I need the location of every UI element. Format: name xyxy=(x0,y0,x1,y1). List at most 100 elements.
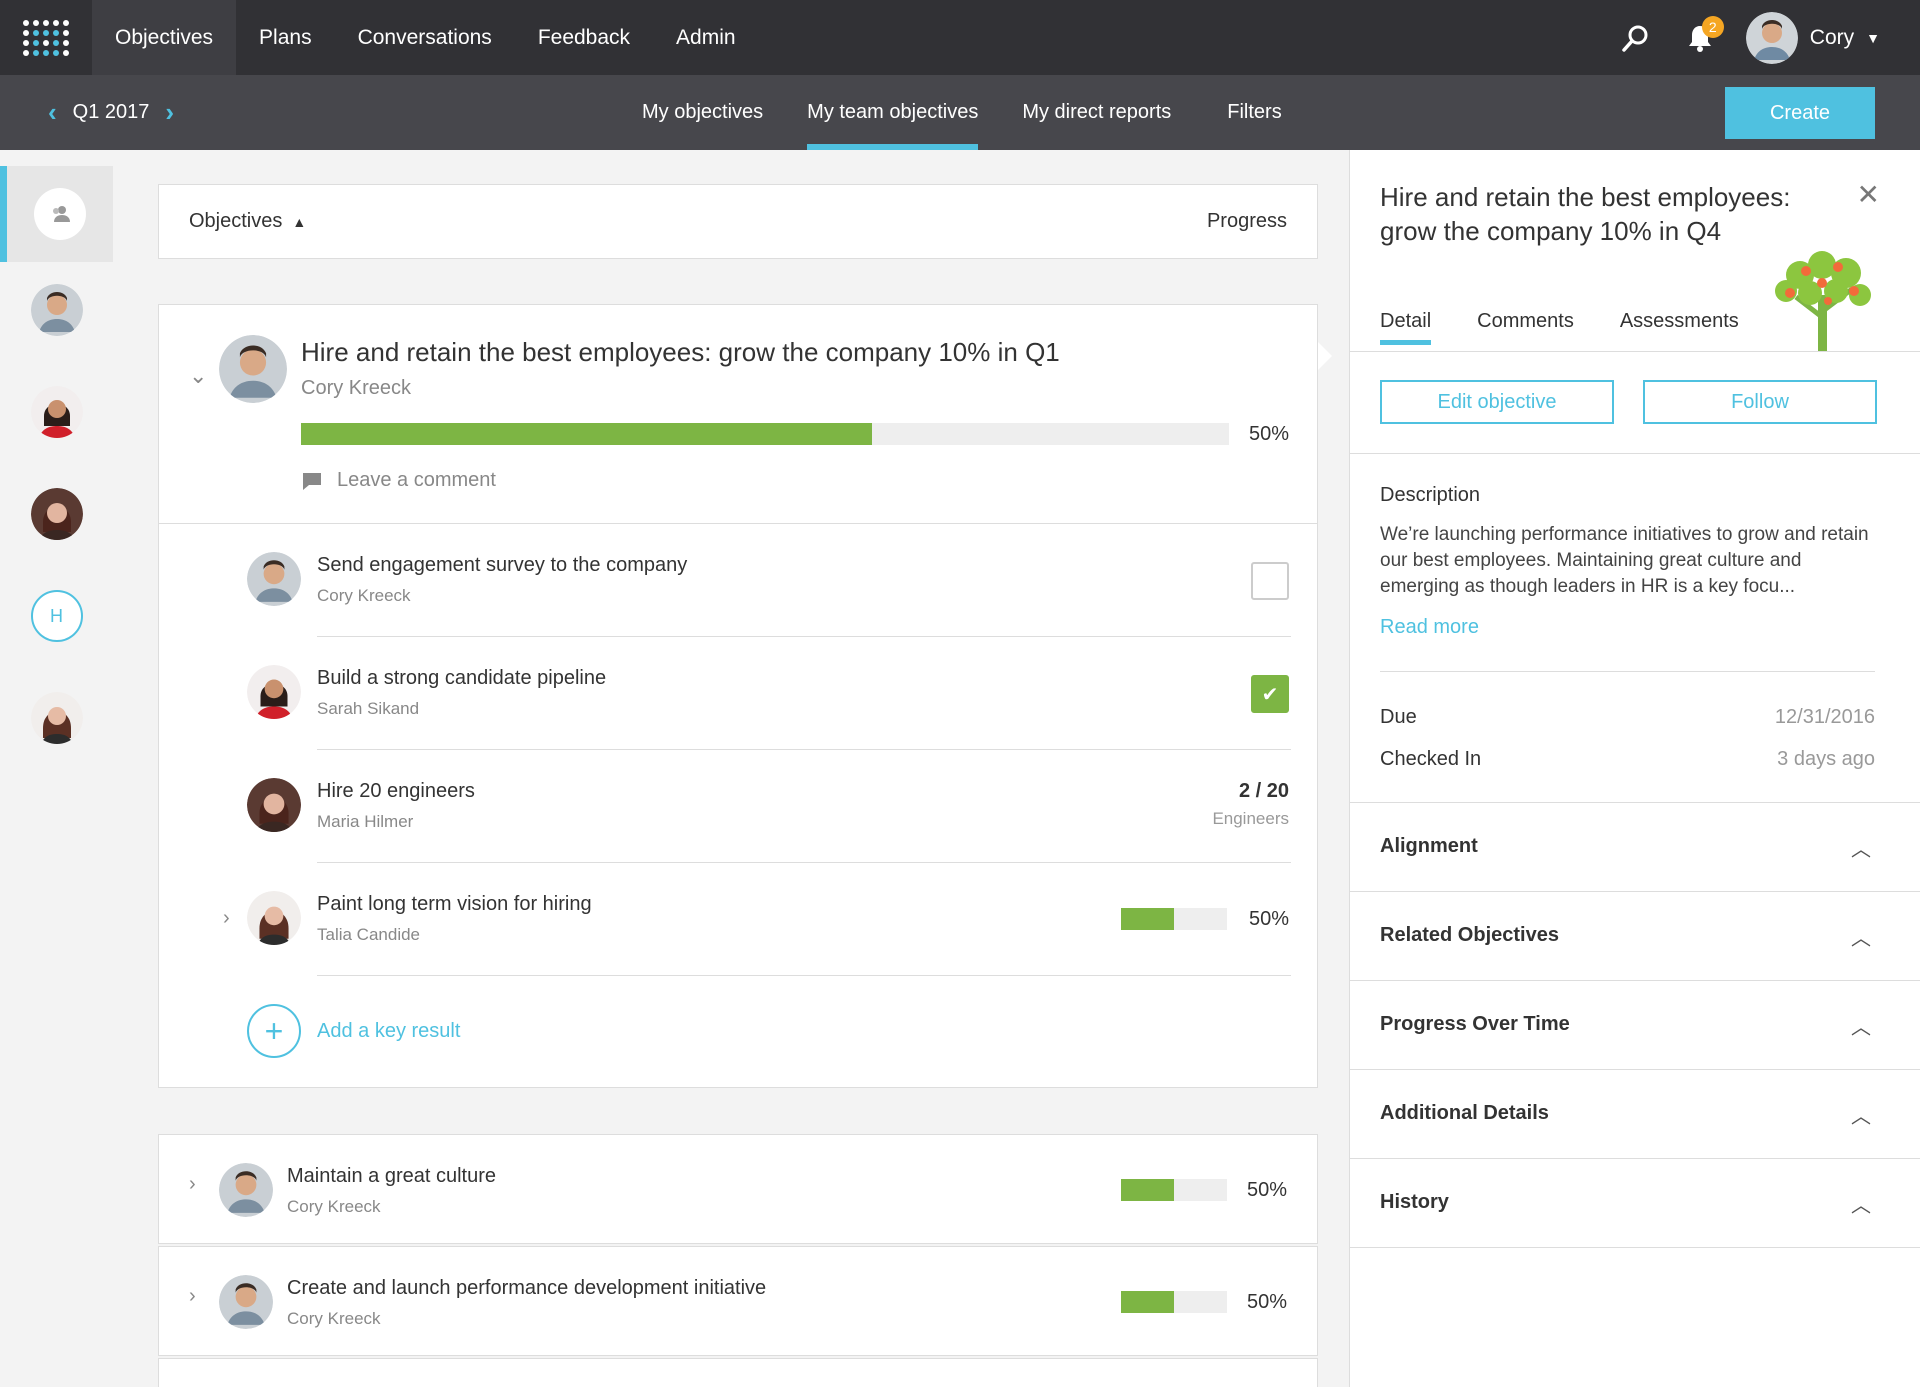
edit-objective-button[interactable]: Edit objective xyxy=(1380,380,1614,424)
leave-comment[interactable]: Leave a comment xyxy=(301,469,496,492)
nav-feedback[interactable]: Feedback xyxy=(515,0,653,75)
key-result-title: Hire 20 engineers xyxy=(317,780,475,802)
caret-down-icon: ▼ xyxy=(1866,29,1880,46)
chevron-right-icon[interactable]: › xyxy=(189,1285,196,1308)
close-icon[interactable]: ✕ xyxy=(1857,178,1880,211)
section-label: Alignment xyxy=(1380,835,1478,857)
progress-bar xyxy=(301,423,1229,445)
tab-my-objectives[interactable]: My objectives xyxy=(620,75,785,150)
tree-icon xyxy=(1775,251,1871,351)
metric-ratio: 2 / 20 xyxy=(1238,780,1289,802)
section-label: History xyxy=(1380,1191,1449,1213)
tab-comments[interactable]: Comments xyxy=(1477,310,1574,345)
rail-item-person[interactable] xyxy=(0,364,113,460)
avatar xyxy=(247,552,301,606)
objective-owner: Cory Kreeck xyxy=(287,1197,381,1216)
chevron-right-icon[interactable]: › xyxy=(165,97,174,128)
section-additional-details[interactable]: Additional Details ︿ xyxy=(1350,1070,1920,1159)
avatar xyxy=(219,1275,273,1329)
card-pointer xyxy=(1318,342,1332,370)
header-objectives: Objectives xyxy=(189,210,283,232)
objective-title: Maintain a great culture xyxy=(287,1165,497,1187)
objective-title[interactable]: Hire and retain the best employees: grow… xyxy=(301,337,1060,368)
user-avatar xyxy=(1745,11,1798,64)
header-progress[interactable]: Progress xyxy=(1207,210,1287,233)
search-icon[interactable] xyxy=(1618,20,1654,56)
app-logo-icon[interactable] xyxy=(0,0,92,75)
section-progress-over-time[interactable]: Progress Over Time ︿ xyxy=(1350,981,1920,1070)
key-result-owner: Cory Kreeck xyxy=(317,586,411,605)
rail-item-team[interactable] xyxy=(0,166,113,262)
progress-bar xyxy=(1121,1291,1227,1313)
objectives-list-header: Objectives ▲ Progress xyxy=(158,184,1318,259)
chevron-right-icon[interactable]: › xyxy=(189,1173,196,1196)
avatar xyxy=(30,284,83,336)
checked-in-value: 3 days ago xyxy=(1777,748,1875,770)
tab-my-direct-reports[interactable]: My direct reports xyxy=(1000,75,1193,150)
user-menu[interactable]: Cory ▼ xyxy=(1745,11,1880,64)
section-alignment[interactable]: Alignment ︿ xyxy=(1350,803,1920,892)
rail-item-person[interactable] xyxy=(0,466,113,562)
avatar xyxy=(219,335,287,403)
rail-item-person[interactable] xyxy=(0,670,113,766)
key-result-row[interactable]: Send engagement survey to the company Co… xyxy=(159,524,1319,637)
nav-admin[interactable]: Admin xyxy=(653,0,759,75)
create-button[interactable]: Create xyxy=(1725,87,1875,139)
progress-bar xyxy=(1121,908,1227,930)
progress-percent: 50% xyxy=(1246,1291,1287,1313)
avatar xyxy=(247,665,301,719)
key-result-row[interactable]: Hire 20 engineers Maria Hilmer 2 / 20 En… xyxy=(159,750,1319,863)
tab-filters[interactable]: Filters xyxy=(1205,75,1303,150)
follow-button[interactable]: Follow xyxy=(1643,380,1877,424)
top-nav: Objectives Plans Conversations Feedback … xyxy=(0,0,1920,75)
completion-checkbox[interactable]: ✔ xyxy=(1251,675,1289,713)
avatar xyxy=(30,386,83,438)
chevron-right-icon[interactable]: › xyxy=(223,907,230,930)
bell-icon[interactable]: 2 xyxy=(1682,15,1724,56)
metric-value: 2 / 20 Engineers xyxy=(1212,780,1289,829)
objective-card[interactable]: › Maintain a great culture Cory Kreeck 5… xyxy=(158,1134,1318,1244)
key-result-row[interactable]: › Paint long term vision for hiring Tali… xyxy=(159,863,1319,976)
progress-fill xyxy=(1121,1291,1174,1313)
objective-detail-panel: Hire and retain the best employees: grow… xyxy=(1349,150,1920,1387)
section-related-objectives[interactable]: Related Objectives ︿ xyxy=(1350,892,1920,981)
key-result-row[interactable]: Build a strong candidate pipeline Sarah … xyxy=(159,637,1319,750)
add-key-result-button[interactable]: + Add a key result xyxy=(247,1004,460,1058)
avatar xyxy=(247,778,301,832)
nav-plans[interactable]: Plans xyxy=(236,0,335,75)
tab-assessments[interactable]: Assessments xyxy=(1620,310,1739,345)
progress-bar xyxy=(1121,1179,1227,1201)
chevron-down-icon[interactable]: ⌄ xyxy=(189,363,207,389)
plus-icon: + xyxy=(247,1004,301,1058)
avatar xyxy=(247,891,301,945)
progress-percent: 50% xyxy=(1246,1179,1287,1201)
avatar xyxy=(30,692,83,744)
objective-card[interactable]: › Create and launch performance developm… xyxy=(158,1246,1318,1356)
avatar xyxy=(219,1163,273,1217)
comment-icon xyxy=(303,472,321,490)
objective-card[interactable]: ⌄ Hire and retain the best employees: gr… xyxy=(158,304,1318,524)
read-more-link[interactable]: Read more xyxy=(1380,616,1479,639)
key-result-owner: Sarah Sikand xyxy=(317,699,420,718)
section-history[interactable]: History ︿ xyxy=(1350,1159,1920,1248)
nav-conversations[interactable]: Conversations xyxy=(335,0,515,75)
checked-in-label: Checked In xyxy=(1380,748,1482,770)
progress-fill xyxy=(1121,908,1174,930)
rail-item-person[interactable] xyxy=(0,262,113,358)
tab-detail[interactable]: Detail xyxy=(1380,310,1432,345)
key-result-title: Build a strong candidate pipeline xyxy=(317,667,607,689)
nav-objectives[interactable]: Objectives xyxy=(92,0,237,75)
objective-card[interactable] xyxy=(158,1358,1318,1387)
panel-title: Hire and retain the best employees: grow… xyxy=(1380,182,1791,246)
completion-checkbox[interactable] xyxy=(1251,562,1289,600)
objective-owner: Cory Kreeck xyxy=(301,377,412,399)
avatar xyxy=(30,488,83,540)
chevron-left-icon[interactable]: ‹ xyxy=(48,97,57,128)
sort-up-icon: ▲ xyxy=(292,213,307,230)
section-label: Additional Details xyxy=(1380,1102,1549,1124)
rail-item-person[interactable]: H xyxy=(0,568,113,664)
section-label: Progress Over Time xyxy=(1380,1013,1570,1035)
tab-my-team-objectives[interactable]: My team objectives xyxy=(785,75,1000,150)
key-result-owner: Maria Hilmer xyxy=(317,812,414,831)
sort-objectives[interactable]: Objectives ▲ xyxy=(189,210,306,233)
